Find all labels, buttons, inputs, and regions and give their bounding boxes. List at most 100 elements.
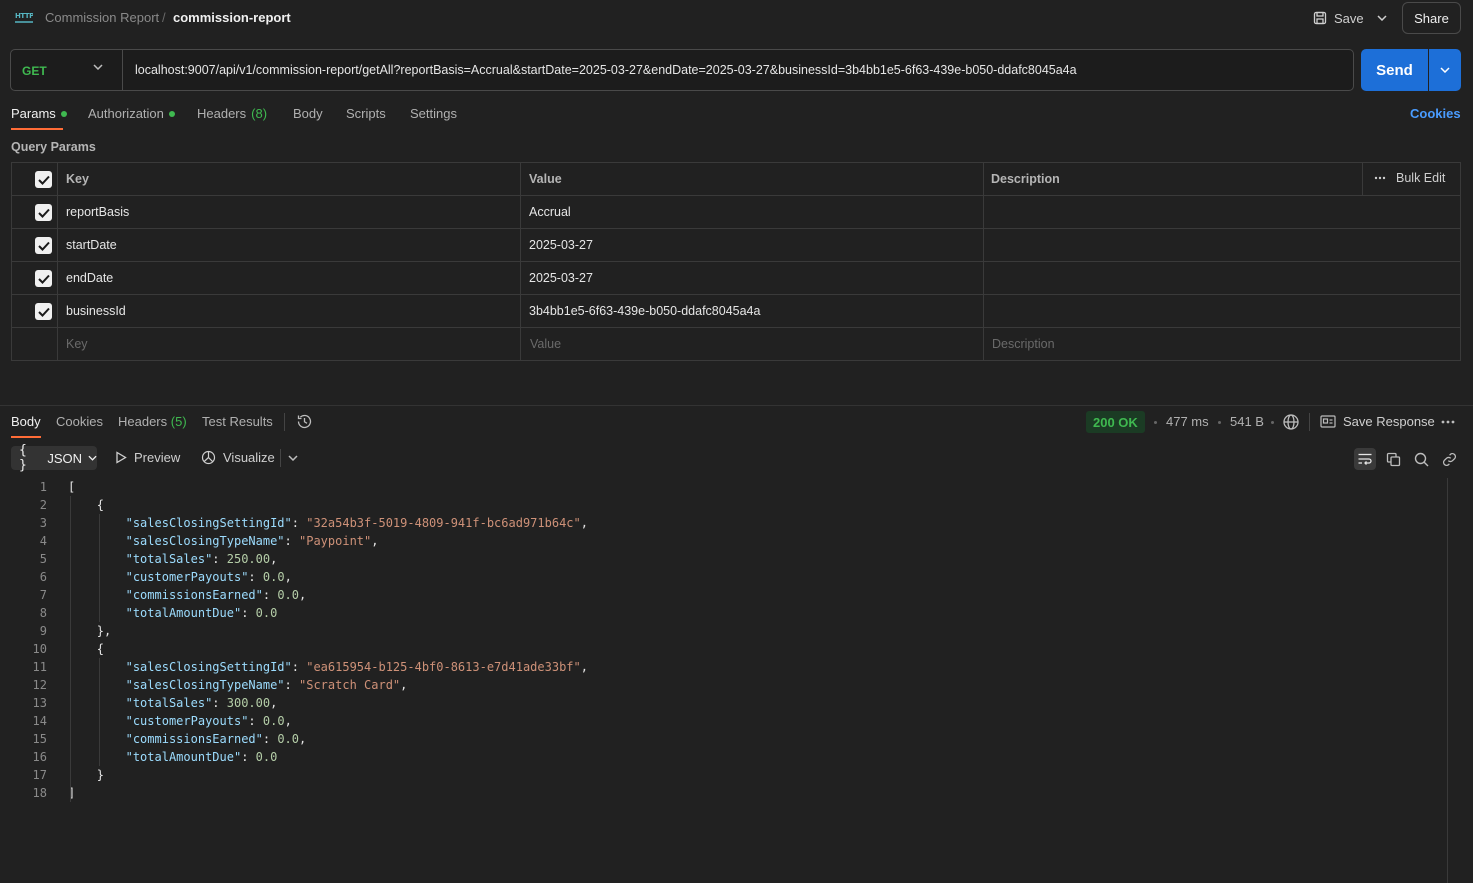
status-badge[interactable]: 200 OK: [1086, 411, 1145, 433]
link-icon[interactable]: [1438, 448, 1460, 470]
scrollbar[interactable]: [1447, 478, 1448, 883]
checkbox-icon[interactable]: [35, 303, 52, 320]
tab-params[interactable]: Params: [11, 106, 67, 121]
chevron-down-icon[interactable]: [288, 455, 298, 461]
code-text: {: [96, 642, 105, 656]
tab-headers[interactable]: Headers (8): [197, 106, 267, 121]
search-icon[interactable]: [1410, 448, 1432, 470]
tab-body[interactable]: Body: [293, 106, 323, 121]
preview-button[interactable]: Preview: [115, 450, 180, 465]
send-button[interactable]: Send: [1361, 49, 1428, 91]
response-tab-headers[interactable]: Headers (5): [118, 414, 187, 429]
separator-dot: [1218, 421, 1221, 424]
code-line: 11 "salesClosingSettingId": "ea615954-b12…: [0, 658, 1440, 676]
code-line: 1[: [0, 478, 1440, 496]
separator-dot: [1154, 421, 1157, 424]
active-tab-indicator: [11, 128, 63, 130]
param-key[interactable]: reportBasis: [66, 205, 129, 219]
active-tab-indicator: [11, 436, 41, 438]
indent-guide: [98, 658, 100, 766]
param-key[interactable]: endDate: [66, 271, 113, 285]
checkbox-icon[interactable]: [35, 171, 52, 188]
pane-divider[interactable]: [0, 405, 1473, 406]
new-key-input[interactable]: Key: [66, 337, 88, 351]
divider: [284, 413, 285, 431]
breadcrumb-separator: /: [162, 10, 166, 25]
code-line: 18]: [0, 784, 1440, 802]
visualize-button[interactable]: Visualize: [201, 450, 275, 465]
response-tab-body[interactable]: Body: [11, 414, 41, 429]
code-line: 12 "salesClosingTypeName": "Scratch Card"…: [0, 676, 1440, 694]
code-text: {: [96, 498, 105, 512]
send-options-button[interactable]: [1429, 49, 1461, 91]
wrap-icon[interactable]: [1354, 448, 1376, 470]
code-text: },: [96, 624, 112, 638]
more-icon[interactable]: [1441, 420, 1455, 424]
http-icon: HTTP: [15, 10, 33, 26]
query-params-title: Query Params: [11, 140, 96, 154]
cookies-link[interactable]: Cookies: [1410, 106, 1461, 121]
active-dot: [168, 110, 175, 117]
response-tab-test-results[interactable]: Test Results: [202, 414, 273, 429]
method-select[interactable]: GET: [22, 64, 47, 78]
response-size[interactable]: 541 B: [1230, 414, 1264, 429]
param-key[interactable]: startDate: [66, 238, 117, 252]
chevron-down-icon: [88, 455, 97, 461]
checkbox-icon[interactable]: [35, 270, 52, 287]
param-key[interactable]: businessId: [66, 304, 126, 318]
tab-scripts[interactable]: Scripts: [346, 106, 386, 121]
response-tab-cookies[interactable]: Cookies: [56, 414, 103, 429]
code-line: 5 "totalSales": 250.00,: [0, 550, 1440, 568]
code-line: 10 {: [0, 640, 1440, 658]
braces-icon: { }: [19, 443, 27, 473]
url-input[interactable]: localhost:9007/api/v1/commission-report/…: [135, 63, 1077, 77]
code-line: 14 "customerPayouts": 0.0,: [0, 712, 1440, 730]
checkbox-icon[interactable]: [35, 204, 52, 221]
divider: [1309, 413, 1310, 431]
save-button[interactable]: Save: [1306, 4, 1370, 32]
table-row-new: Key Value Description: [12, 328, 1460, 361]
code-text: "commissionsEarned": 0.0,: [125, 588, 307, 602]
line-number: 11: [32, 660, 47, 674]
param-value[interactable]: 2025-03-27: [529, 238, 593, 252]
code-text: "totalAmountDue": 0.0: [125, 606, 278, 620]
save-options-button[interactable]: [1370, 4, 1394, 32]
code-line: 16 "totalAmountDue": 0.0: [0, 748, 1440, 766]
code-text: "salesClosingTypeName": "Scratch Card",: [125, 678, 408, 692]
code-text: "totalAmountDue": 0.0: [125, 750, 278, 764]
active-dot: [60, 110, 67, 117]
response-time[interactable]: 477 ms: [1166, 414, 1209, 429]
format-select[interactable]: { } JSON: [11, 443, 97, 473]
breadcrumb-parent[interactable]: Commission Report: [45, 10, 159, 25]
line-number: 15: [32, 732, 47, 746]
new-value-input[interactable]: Value: [530, 337, 561, 351]
code-text: "salesClosingSettingId": "ea615954-b125-…: [125, 660, 588, 674]
param-value[interactable]: Accrual: [529, 205, 571, 219]
save-response-button[interactable]: Save Response: [1320, 414, 1435, 429]
chevron-down-icon[interactable]: [93, 64, 103, 70]
new-description-input[interactable]: Description: [992, 337, 1055, 351]
table-header-row: Key Value Description Bulk Edit: [12, 163, 1460, 196]
tab-settings[interactable]: Settings: [410, 106, 457, 121]
code-text: "commissionsEarned": 0.0,: [125, 732, 307, 746]
param-value[interactable]: 2025-03-27: [529, 271, 593, 285]
globe-icon[interactable]: [1282, 413, 1300, 431]
share-button[interactable]: Share: [1402, 2, 1461, 34]
checkbox-icon[interactable]: [35, 237, 52, 254]
history-icon[interactable]: [296, 413, 313, 430]
preview-icon: [115, 451, 127, 464]
column-header-key: Key: [66, 172, 89, 186]
copy-icon[interactable]: [1382, 448, 1404, 470]
url-bar: GET localhost:9007/api/v1/commission-rep…: [10, 49, 1354, 91]
bulk-edit-button[interactable]: Bulk Edit: [1374, 171, 1445, 185]
table-row: businessId 3b4bb1e5-6f63-439e-b050-ddafc…: [12, 295, 1460, 328]
indent-guide: [98, 514, 100, 622]
param-value[interactable]: 3b4bb1e5-6f63-439e-b050-ddafc8045a4a: [529, 304, 760, 318]
svg-text:HTTP: HTTP: [15, 12, 33, 20]
more-icon: [1374, 176, 1386, 180]
tab-authorization[interactable]: Authorization: [88, 106, 175, 121]
breadcrumb-current[interactable]: commission-report: [173, 10, 291, 25]
code-line: 4 "salesClosingTypeName": "Paypoint",: [0, 532, 1440, 550]
code-text: "customerPayouts": 0.0,: [125, 714, 292, 728]
line-number: 6: [39, 570, 47, 584]
